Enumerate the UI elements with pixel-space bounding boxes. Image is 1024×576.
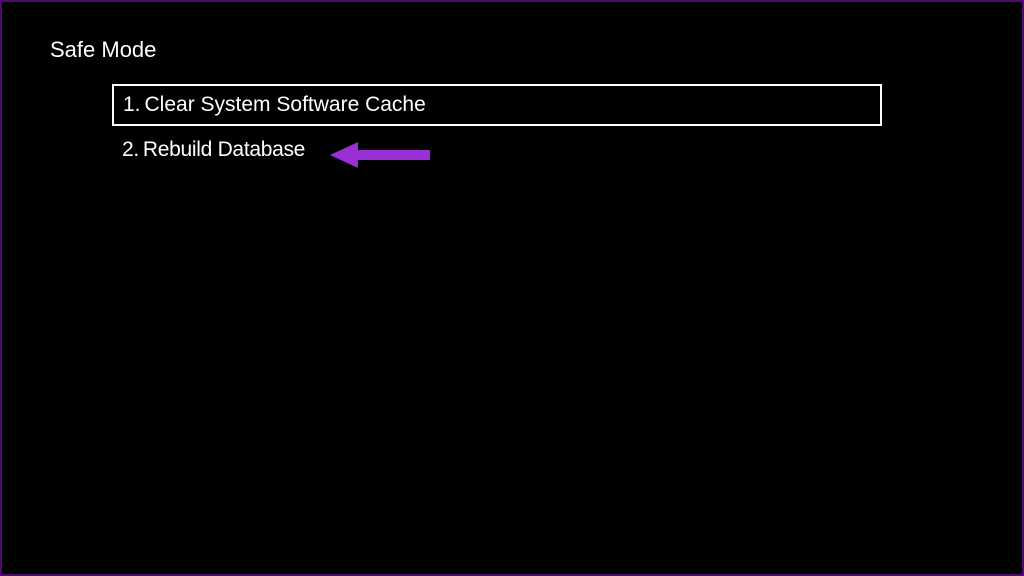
menu-item-number: 2.	[122, 138, 139, 161]
menu-item-number: 1.	[123, 93, 141, 116]
menu-item-label: Clear System Software Cache	[145, 93, 426, 116]
menu-item-clear-cache[interactable]: 1.Clear System Software Cache	[112, 84, 882, 126]
page-title: Safe Mode	[50, 37, 156, 63]
menu-item-label: Rebuild Database	[143, 138, 305, 161]
menu-list: 1.Clear System Software Cache 2.Rebuild …	[112, 84, 882, 174]
menu-item-rebuild-database[interactable]: 2.Rebuild Database	[112, 130, 882, 170]
